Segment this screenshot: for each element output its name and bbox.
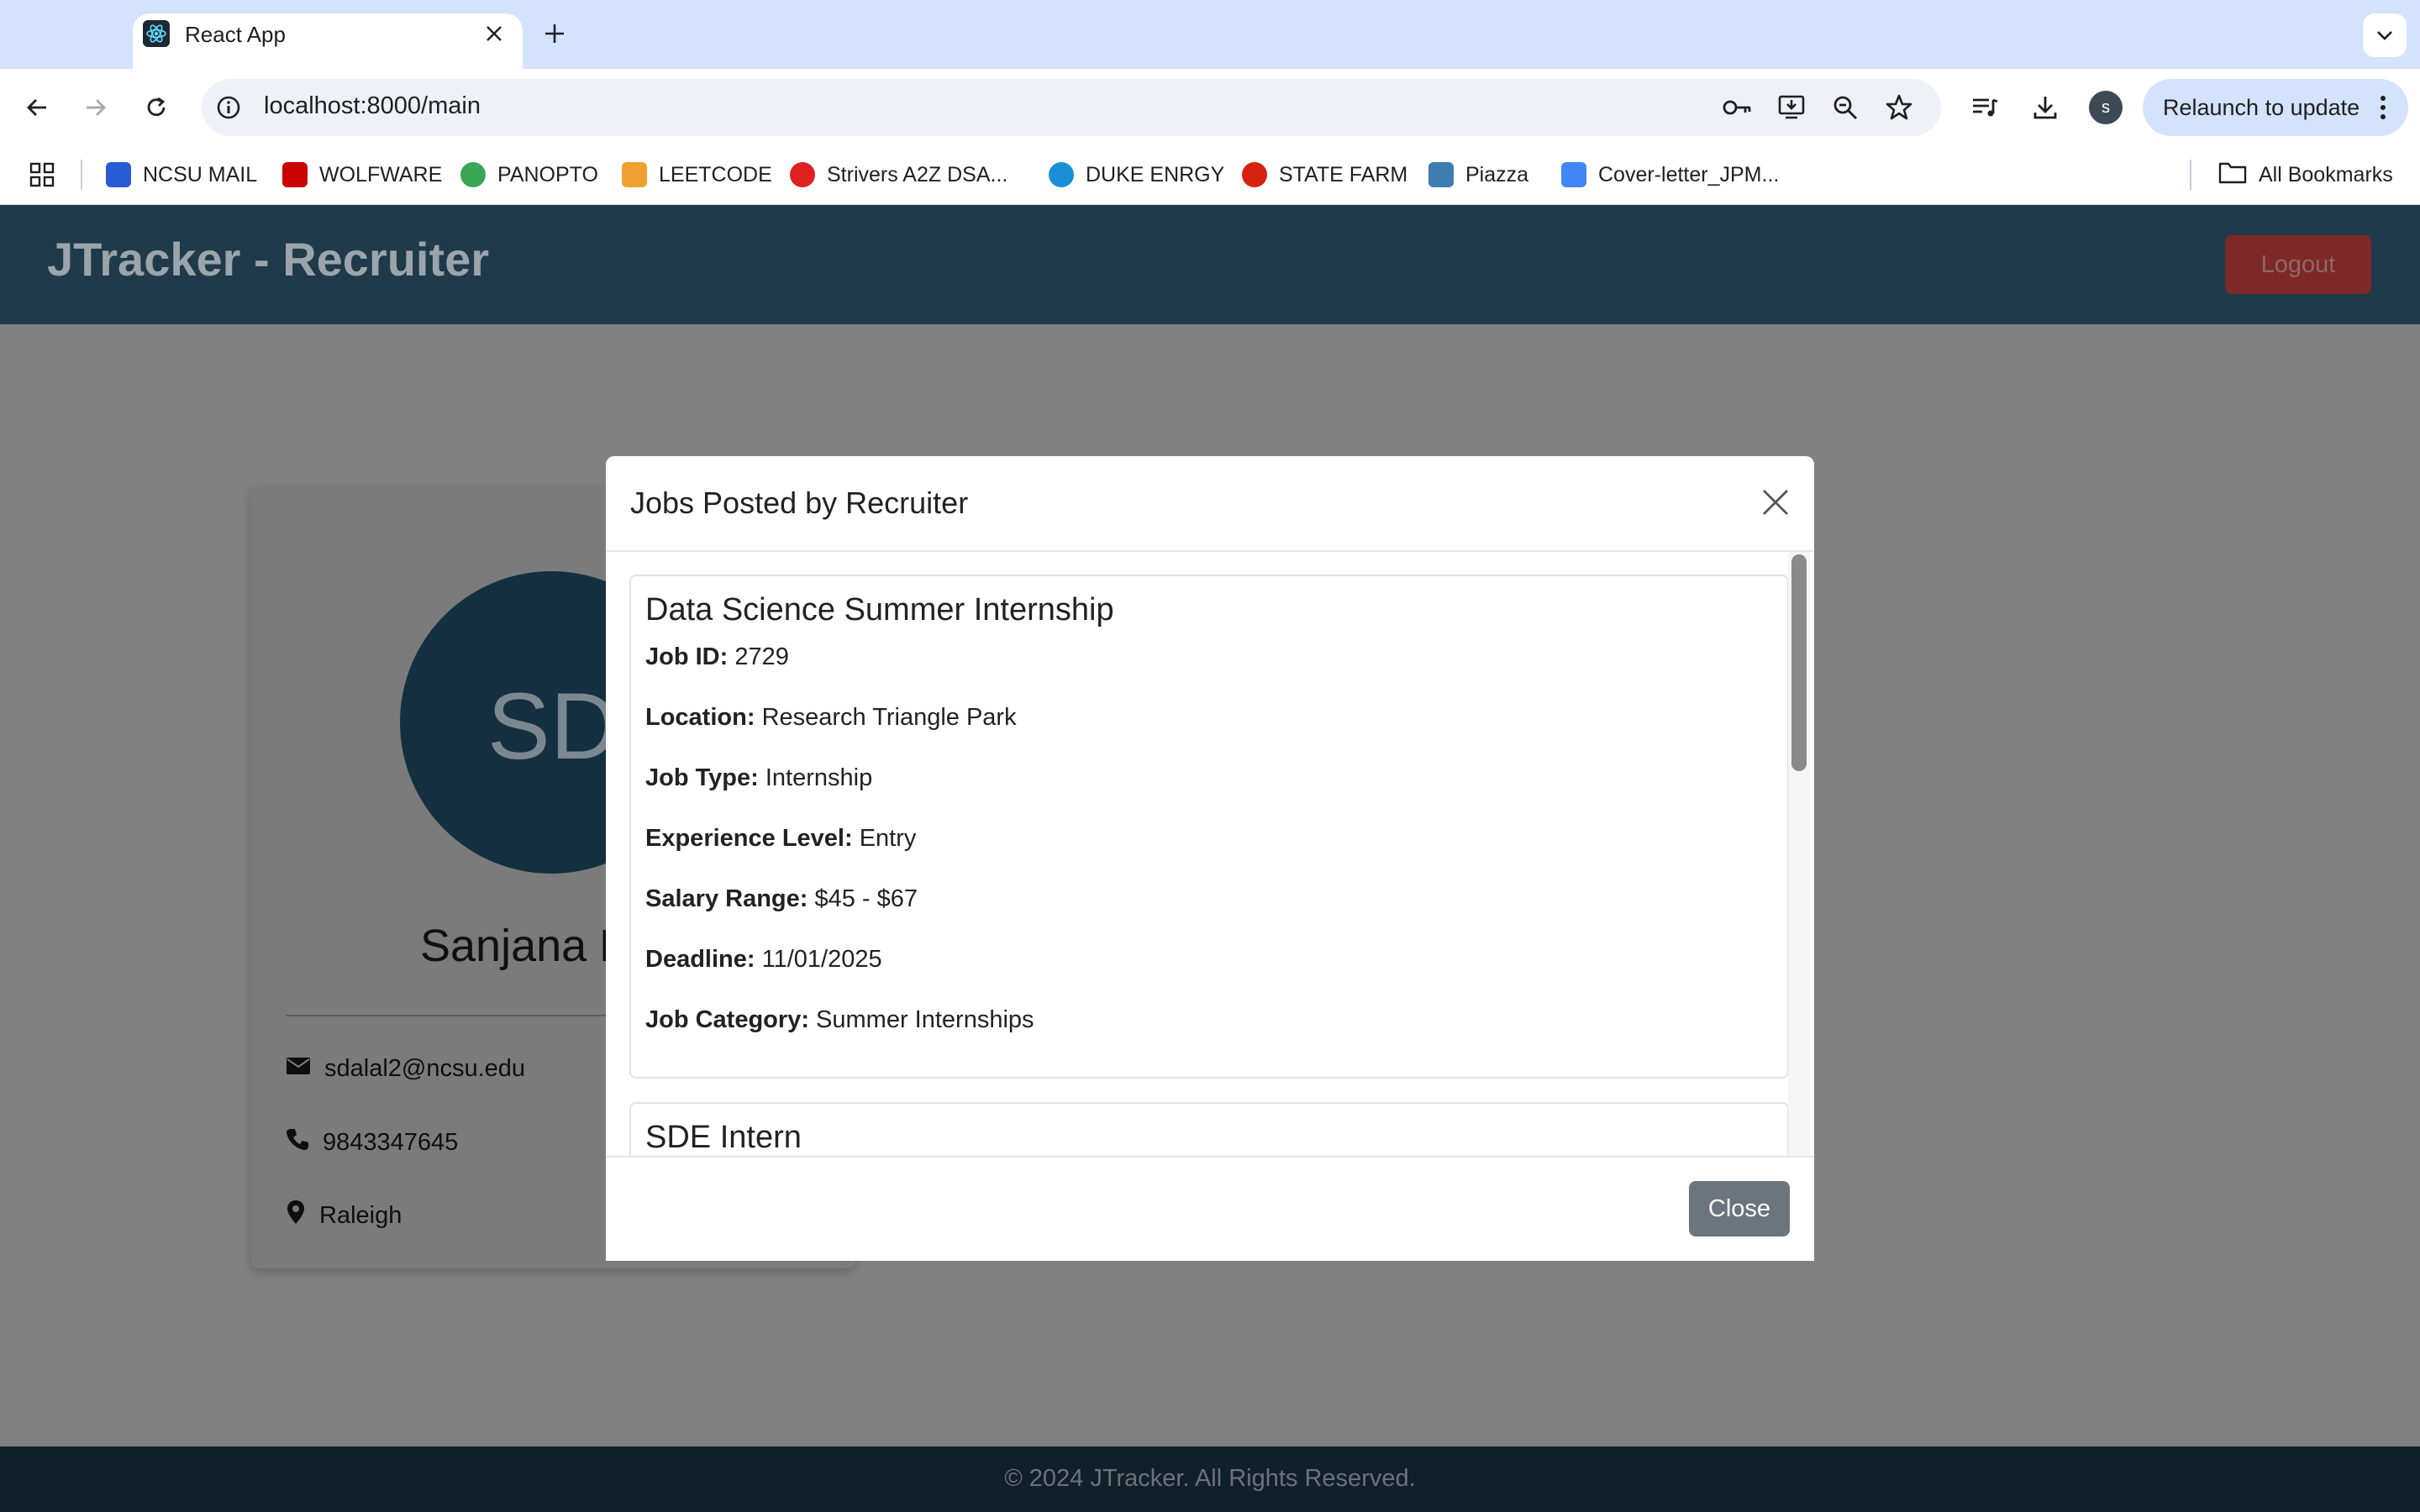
job-field-type: Job Type: Internship bbox=[645, 764, 873, 791]
bookmarks-divider bbox=[2190, 160, 2191, 190]
job-field-experience: Experience Level: Entry bbox=[645, 825, 917, 852]
bookmark-label: Strivers A2Z DSA... bbox=[827, 162, 1008, 186]
ncsu-mail-icon bbox=[106, 162, 131, 187]
google-docs-icon bbox=[1561, 162, 1586, 187]
modal-title: Jobs Posted by Recruiter bbox=[630, 486, 969, 520]
profile-location: Raleigh bbox=[286, 1200, 402, 1231]
bookmark-label: WOLFWARE bbox=[319, 162, 443, 186]
profile-avatar[interactable]: s bbox=[2089, 91, 2123, 124]
bookmark-strivers[interactable]: Strivers A2Z DSA... bbox=[790, 161, 1007, 188]
bookmarks-divider bbox=[81, 160, 82, 190]
bookmark-wolfware[interactable]: WOLFWARE bbox=[282, 161, 442, 188]
modal-footer bbox=[606, 1157, 1814, 1261]
bookmark-state-farm[interactable]: STATE FARM bbox=[1242, 161, 1407, 188]
folder-icon bbox=[2218, 160, 2247, 190]
install-app-icon[interactable] bbox=[1770, 86, 1813, 129]
bookmark-cover-letter[interactable]: Cover-letter_JPM... bbox=[1561, 161, 1779, 188]
new-tab-icon[interactable] bbox=[538, 17, 571, 50]
tab-close-icon[interactable] bbox=[479, 18, 509, 49]
zoom-icon[interactable] bbox=[1823, 86, 1867, 129]
close-button[interactable]: Close bbox=[1689, 1181, 1790, 1236]
panopto-icon bbox=[460, 162, 486, 187]
piazza-icon bbox=[1428, 162, 1454, 187]
location-text: Raleigh bbox=[319, 1201, 402, 1229]
phone-icon bbox=[286, 1127, 309, 1158]
state-farm-icon bbox=[1242, 162, 1267, 187]
scrollbar-thumb[interactable] bbox=[1791, 554, 1807, 771]
job-title: Data Science Summer Internship bbox=[645, 592, 1114, 627]
back-arrow-icon[interactable] bbox=[15, 86, 59, 129]
strivers-icon bbox=[790, 162, 815, 187]
duke-energy-icon bbox=[1049, 162, 1074, 187]
phone-text: 9843347645 bbox=[323, 1128, 459, 1156]
bookmark-label: Cover-letter_JPM... bbox=[1598, 162, 1780, 186]
apps-grid-icon[interactable] bbox=[29, 161, 55, 188]
all-bookmarks[interactable]: All Bookmarks bbox=[2218, 161, 2393, 188]
tab-title: React App bbox=[185, 22, 286, 47]
bookmark-ncsu-mail[interactable]: NCSU MAIL bbox=[106, 161, 257, 188]
email-text: sdalal2@ncsu.edu bbox=[324, 1055, 526, 1082]
logout-button[interactable]: Logout bbox=[2225, 235, 2371, 294]
bookmark-panopto[interactable]: PANOPTO bbox=[460, 161, 598, 188]
url-text: localhost:8000/main bbox=[264, 92, 481, 119]
bookmark-leetcode[interactable]: LEETCODE bbox=[622, 161, 772, 188]
tab-search-chevron-icon[interactable] bbox=[2363, 13, 2407, 57]
modal-header-divider bbox=[606, 550, 1814, 552]
bookmark-piazza[interactable]: Piazza bbox=[1428, 161, 1528, 188]
close-icon[interactable] bbox=[1754, 479, 1797, 526]
chrome-menu-icon[interactable] bbox=[2373, 92, 2393, 123]
reload-icon[interactable] bbox=[134, 86, 178, 129]
bookmark-label: Piazza bbox=[1465, 162, 1529, 186]
relaunch-label: Relaunch to update bbox=[2163, 95, 2360, 120]
react-favicon-icon bbox=[143, 20, 170, 47]
app-title: JTracker - Recruiter bbox=[47, 233, 490, 286]
site-info-icon[interactable] bbox=[215, 94, 242, 121]
downloads-icon[interactable] bbox=[2023, 86, 2067, 129]
footer-text: © 2024 JTracker. All Rights Reserved. bbox=[1004, 1465, 1416, 1492]
job-field-location: Location: Research Triangle Park bbox=[645, 704, 1017, 731]
bookmark-star-icon[interactable] bbox=[1877, 86, 1921, 129]
map-pin-icon bbox=[286, 1200, 306, 1231]
job-field-salary: Salary Range: $45 - $67 bbox=[645, 885, 918, 912]
job-field-id: Job ID: 2729 bbox=[645, 643, 789, 670]
forward-arrow-icon[interactable] bbox=[74, 86, 118, 129]
media-control-icon[interactable] bbox=[1963, 86, 2007, 129]
all-bookmarks-label: All Bookmarks bbox=[2259, 162, 2393, 186]
bookmark-duke-energy[interactable]: DUKE ENRGY bbox=[1049, 161, 1224, 188]
leetcode-icon bbox=[622, 162, 647, 187]
bookmark-label: STATE FARM bbox=[1279, 162, 1408, 186]
bookmark-label: PANOPTO bbox=[497, 162, 598, 186]
modal-footer-divider bbox=[606, 1156, 1814, 1158]
job-field-deadline: Deadline: 11/01/2025 bbox=[645, 946, 882, 973]
bookmark-label: LEETCODE bbox=[659, 162, 772, 186]
profile-name: Sanjana D bbox=[420, 921, 633, 971]
bookmark-label: NCSU MAIL bbox=[143, 162, 258, 186]
job-field-category: Job Category: Summer Internships bbox=[645, 1006, 1034, 1033]
job-title: SDE Intern bbox=[645, 1120, 802, 1155]
profile-email: sdalal2@ncsu.edu bbox=[286, 1055, 525, 1083]
avatar-initials: SD bbox=[487, 674, 618, 779]
bookmark-label: DUKE ENRGY bbox=[1086, 162, 1225, 186]
envelope-icon bbox=[286, 1055, 311, 1083]
wolfware-icon bbox=[282, 162, 308, 187]
profile-phone: 9843347645 bbox=[286, 1127, 458, 1158]
password-key-icon[interactable] bbox=[1716, 86, 1760, 129]
